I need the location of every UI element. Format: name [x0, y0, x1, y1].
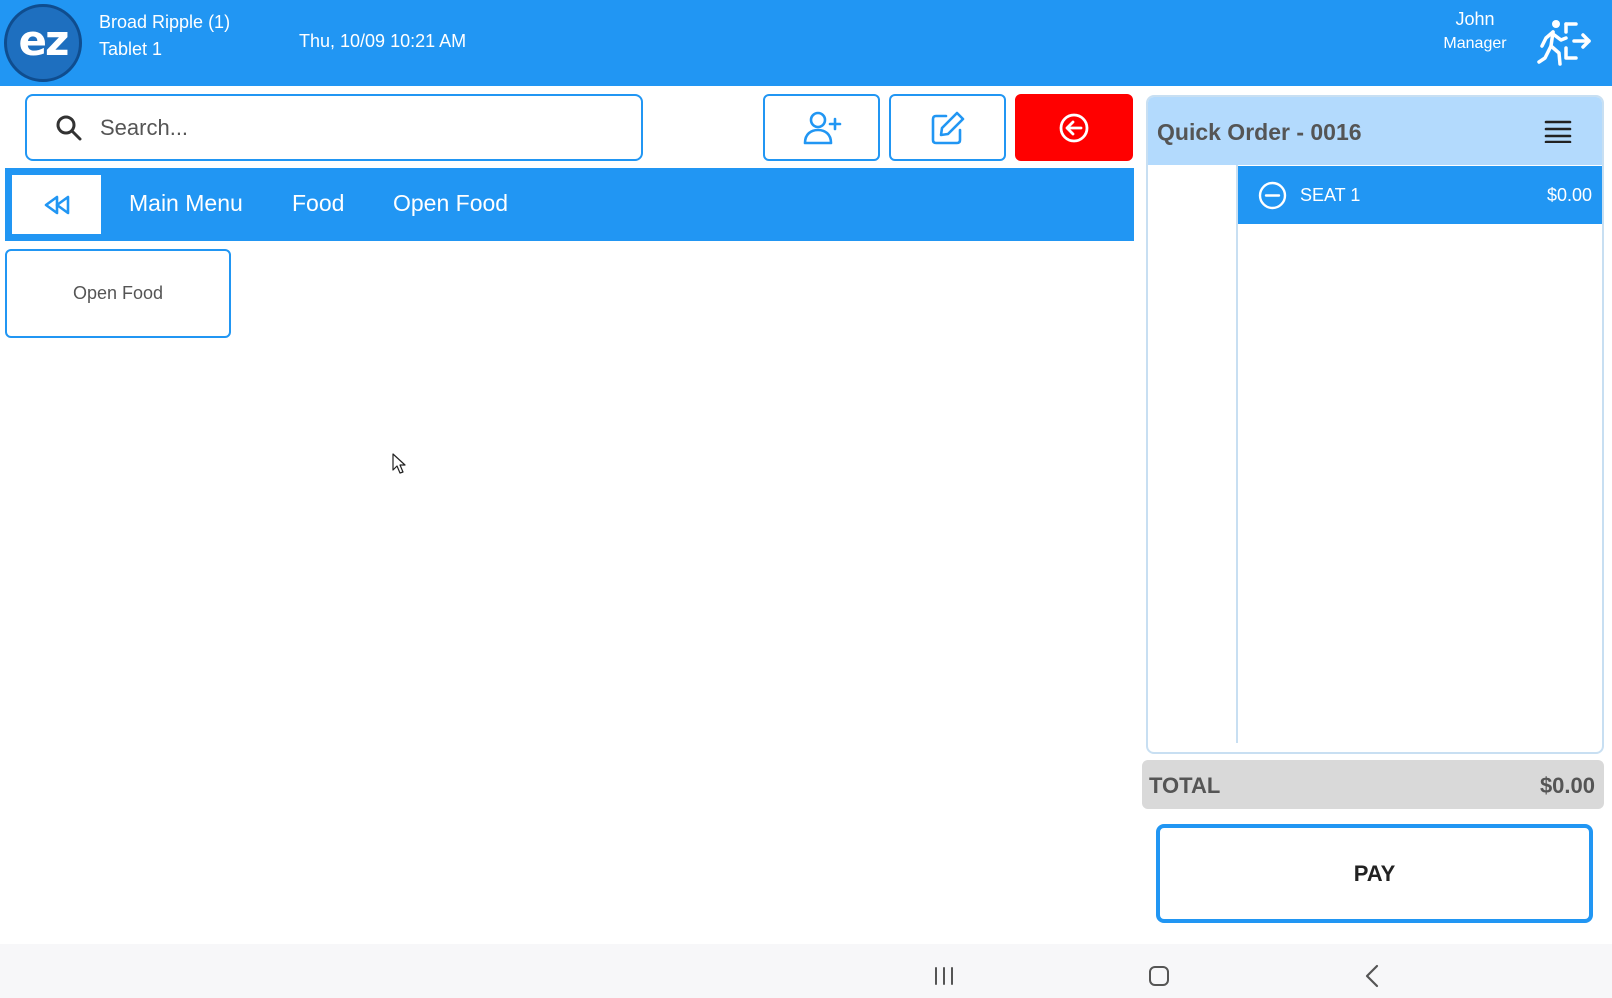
search-box[interactable]	[25, 94, 643, 161]
breadcrumb-food[interactable]: Food	[292, 190, 344, 217]
ez-logo: ez	[4, 4, 82, 82]
recent-apps-icon[interactable]	[932, 966, 956, 986]
minus-circle-icon[interactable]	[1258, 181, 1287, 210]
total-amount: $0.00	[1539, 773, 1595, 798]
total-label: TOTAL	[1149, 773, 1221, 798]
seat-amount: $0.00	[1546, 185, 1592, 205]
seat-label: SEAT 1	[1300, 185, 1361, 205]
order-header: Quick Order - 0016	[1148, 97, 1602, 165]
person-exit-icon[interactable]	[1536, 18, 1592, 66]
store-name: Broad Ripple (1)	[99, 12, 231, 32]
menu-item-label: Open Food	[72, 283, 164, 303]
logo-text: ez	[18, 16, 70, 65]
order-total: TOTAL $0.00	[1142, 760, 1604, 809]
mouse-cursor-icon	[392, 453, 406, 474]
exit-order-button[interactable]	[1015, 94, 1133, 161]
circle-arrow-left-icon	[1059, 113, 1089, 142]
breadcrumb-open-food[interactable]: Open Food	[393, 190, 508, 217]
back-to-start-button[interactable]	[12, 175, 101, 234]
add-customer-button[interactable]	[763, 94, 880, 161]
order-panel: Quick Order - 0016 SEAT 1 $0.00	[1146, 95, 1604, 754]
seat-row[interactable]: SEAT 1 $0.00	[1238, 166, 1602, 224]
rewind-icon	[44, 195, 69, 214]
pay-button[interactable]: PAY	[1156, 824, 1593, 923]
search-input[interactable]	[100, 102, 620, 154]
system-nav-bar	[0, 944, 1612, 998]
home-icon[interactable]	[1148, 965, 1170, 987]
current-datetime: Thu, 10/09 10:21 AM	[299, 31, 467, 51]
user-role: Manager	[1443, 35, 1507, 52]
pay-button-label: PAY	[1353, 860, 1396, 886]
back-icon[interactable]	[1364, 964, 1380, 988]
seat-divider	[1236, 165, 1238, 743]
edit-button[interactable]	[889, 94, 1006, 161]
search-icon	[56, 115, 82, 141]
hamburger-icon[interactable]	[1544, 119, 1572, 143]
device-name: Tablet 1	[99, 39, 163, 59]
order-title: Quick Order - 0016	[1157, 119, 1362, 145]
menu-item-open-food[interactable]: Open Food	[5, 249, 231, 338]
user-plus-icon	[803, 111, 841, 144]
edit-icon	[931, 111, 964, 144]
app-header: ez Broad Ripple (1) Tablet 1 Thu, 10/09 …	[0, 0, 1612, 86]
user-name: John	[1455, 9, 1495, 29]
breadcrumb: Main Menu Food Open Food	[5, 168, 1134, 241]
breadcrumb-main-menu[interactable]: Main Menu	[129, 190, 243, 217]
